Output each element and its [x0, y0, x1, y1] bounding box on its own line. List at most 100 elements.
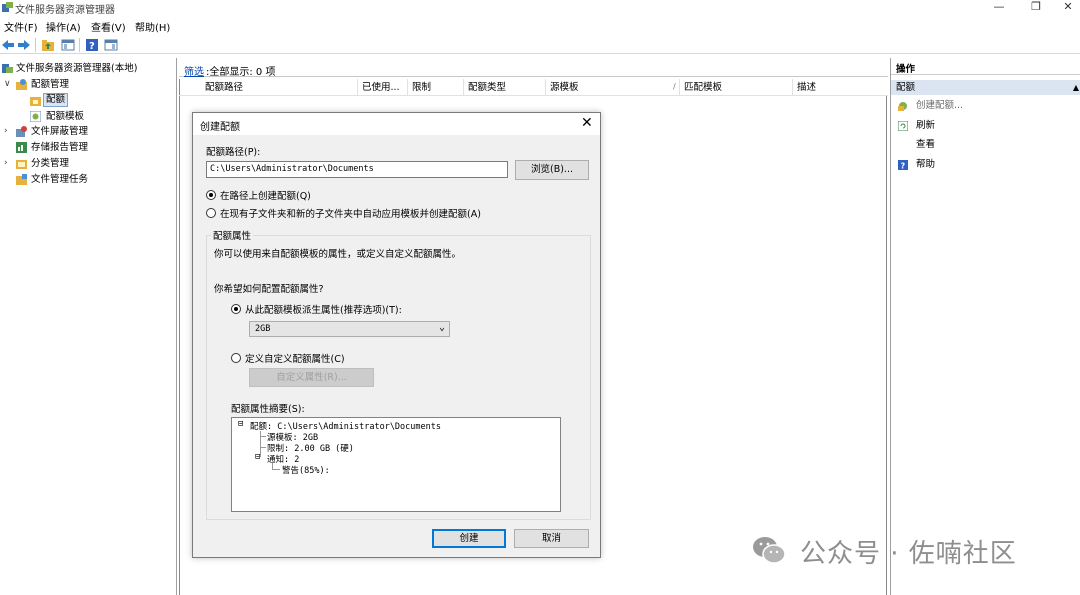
summary-notify-toggle[interactable]: ⊟ — [255, 452, 260, 462]
column-header-row: 配额路径 已使用... 限制 配额类型 源模板 / 匹配模板 描述 — [179, 79, 888, 96]
create-button[interactable]: 创建 — [432, 529, 506, 548]
window-title: 文件服务器资源管理器 — [15, 5, 115, 16]
collapse-icon[interactable]: ▲ — [1073, 80, 1079, 95]
back-arrow-icon[interactable] — [1, 38, 15, 52]
summary-label: 配额属性摘要(S): — [231, 404, 305, 415]
col-quota-path[interactable]: 配额路径 — [201, 79, 358, 96]
menu-file[interactable]: 文件(F) — [4, 19, 38, 34]
actions-pane: 操作 配额 ▲ 创建配额... 刷新 查看 ? 帮助 — [890, 58, 1080, 595]
actions-section-label: 配额 — [896, 82, 916, 93]
group-description: 你可以使用来自配额模板的属性，或定义自定义配额属性。 — [214, 249, 462, 260]
filter-link[interactable]: 筛选 — [184, 63, 204, 78]
action-refresh[interactable]: 刷新 — [891, 119, 1080, 133]
tree-item-label: 存储报告管理 — [31, 142, 89, 153]
tree-item-label: 配额管理 — [31, 79, 70, 90]
navigation-tree: 文件服务器资源管理器(本地) ∨ 配额管理 配额 配额模板 › 文件屏蔽管理 存… — [0, 58, 177, 595]
toolbar-separator — [79, 38, 80, 52]
create-quota-dialog: 创建配额 ✕ 配额路径(P): C:\Users\Administrator\D… — [192, 112, 601, 558]
action-view[interactable]: 查看 — [891, 138, 1080, 152]
tree-root-label: 文件服务器资源管理器(本地) — [16, 63, 138, 74]
chevron-down-icon: ⌄ — [438, 322, 445, 333]
server-icon — [2, 64, 13, 73]
dialog-title: 创建配额 — [200, 122, 240, 133]
dialog-close-button[interactable]: ✕ — [581, 115, 593, 131]
radio-derive-from-template[interactable] — [231, 304, 241, 314]
col-description[interactable]: 描述 — [793, 79, 886, 96]
cancel-button[interactable]: 取消 — [514, 529, 589, 548]
menu-view[interactable]: 查看(V) — [91, 19, 126, 34]
col-source-template[interactable]: 源模板 — [546, 79, 680, 96]
col-limit[interactable]: 限制 — [408, 79, 464, 96]
action-label: 创建配额... — [916, 100, 964, 111]
show-hide-tree-icon[interactable] — [61, 38, 75, 52]
minimize-button[interactable]: — — [984, 0, 1014, 16]
radio-custom-properties[interactable] — [231, 353, 241, 363]
toolbar: ? — [0, 36, 1080, 54]
tree-connector — [260, 431, 261, 457]
quota-path-input[interactable]: C:\Users\Administrator\Documents — [206, 161, 508, 178]
action-label: 刷新 — [916, 120, 936, 131]
watermark-text: 公众号 · 佐喃社区 — [800, 539, 1017, 569]
radio-create-on-path[interactable] — [206, 190, 216, 200]
quota-template-icon — [30, 111, 41, 122]
col-quota-type[interactable]: 配额类型 — [464, 79, 546, 96]
pane-border — [886, 96, 887, 595]
template-select-value: 2GB — [255, 324, 271, 334]
tree-item-label: 配额 — [43, 93, 69, 107]
help-icon: ? — [898, 160, 908, 170]
col-matches-template[interactable]: 匹配模板 — [680, 79, 793, 96]
dialog-titlebar: 创建配额 ✕ — [193, 113, 600, 135]
menu-action[interactable]: 操作(A) — [46, 19, 81, 34]
quota-icon — [30, 97, 41, 106]
actions-header: 操作 — [891, 61, 1080, 75]
filter-status: :全部显示: 0 项 — [206, 67, 276, 78]
tree-item-label: 配额模板 — [46, 111, 85, 122]
wechat-logo-icon — [753, 537, 786, 564]
forward-arrow-icon[interactable] — [17, 38, 31, 52]
quota-summary-tree[interactable]: ⊟ 配额: C:\Users\Administrator\Documents 源… — [231, 417, 561, 512]
radio-create-on-path-label[interactable]: 在路径上创建配额(Q) — [220, 188, 311, 202]
actions-section-quota[interactable]: 配额 ▲ — [891, 80, 1080, 95]
maximize-button[interactable]: ❐ — [1021, 0, 1051, 16]
create-quota-icon — [898, 102, 907, 111]
file-task-icon — [16, 174, 27, 185]
help-icon[interactable]: ? — [85, 38, 99, 52]
quota-path-label: 配额路径(P): — [206, 147, 261, 158]
summary-root-toggle[interactable]: ⊟ — [238, 419, 243, 429]
toolbar-separator — [35, 38, 36, 52]
radio-auto-apply-label[interactable]: 在现有子文件夹和新的子文件夹中自动应用模板并创建配额(A) — [220, 206, 481, 220]
menu-help[interactable]: 帮助(H) — [135, 19, 170, 34]
filter-bar: 筛选 :全部显示: 0 项 — [179, 61, 888, 78]
radio-derive-label[interactable]: 从此配额模板派生属性(推荐选项)(T): — [245, 302, 402, 316]
custom-properties-button: 自定义属性(R)... — [249, 368, 374, 387]
tree-connector — [260, 436, 266, 437]
svg-text:?: ? — [901, 162, 906, 171]
radio-custom-label[interactable]: 定义自定义配额属性(C) — [245, 351, 345, 365]
browse-button[interactable]: 浏览(B)... — [515, 160, 589, 180]
pane-border — [179, 79, 180, 595]
quota-management-icon — [16, 79, 27, 90]
configure-question: 你希望如何配置配额属性? — [214, 284, 324, 295]
classification-icon — [16, 160, 27, 169]
folder-up-icon[interactable] — [41, 38, 55, 52]
action-create-quota[interactable]: 创建配额... — [891, 99, 1080, 113]
chevron-right-icon[interactable]: › — [4, 124, 8, 139]
sort-indicator: / — [673, 82, 676, 91]
chevron-right-icon[interactable]: › — [4, 156, 8, 171]
col-used[interactable]: 已使用... — [358, 79, 408, 96]
action-help[interactable]: ? 帮助 — [891, 158, 1080, 172]
summary-warning: 警告(85%): — [282, 466, 330, 476]
tree-connector — [272, 469, 280, 470]
action-label: 帮助 — [916, 159, 936, 170]
close-window-button[interactable]: ✕ — [1053, 0, 1080, 16]
refresh-icon — [898, 121, 908, 131]
action-label: 查看 — [916, 139, 936, 150]
properties-icon[interactable] — [104, 38, 118, 52]
chevron-down-icon[interactable]: ∨ — [4, 77, 11, 92]
file-server-app-icon — [2, 2, 13, 12]
template-select[interactable]: 2GB ⌄ — [249, 321, 450, 337]
menu-bar: 文件(F) 操作(A) 查看(V) 帮助(H) — [0, 17, 1080, 34]
storage-report-icon — [16, 142, 27, 153]
tree-item-label: 文件管理任务 — [31, 174, 89, 185]
radio-auto-apply-template[interactable] — [206, 208, 216, 218]
